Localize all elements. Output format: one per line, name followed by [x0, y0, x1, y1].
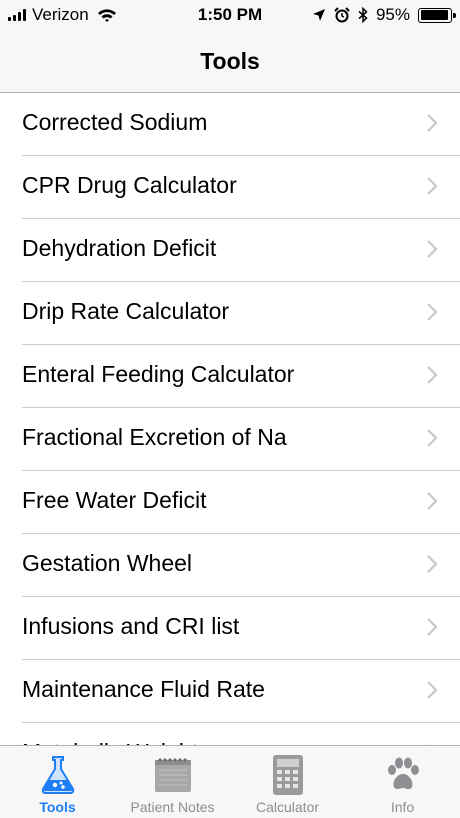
calculator-icon	[272, 755, 303, 795]
flask-icon	[41, 756, 74, 794]
chevron-right-icon	[427, 429, 438, 447]
chevron-right-icon	[427, 366, 438, 384]
battery-percent: 95%	[375, 5, 410, 24]
list-item[interactable]: Gestation Wheel	[0, 534, 460, 597]
chevron-right-icon	[427, 303, 438, 321]
list-item[interactable]: Fractional Excretion of Na	[0, 408, 460, 471]
chevron-right-icon	[427, 177, 438, 195]
list-item[interactable]: Metabolic Weight	[0, 723, 460, 745]
tab-calculator-label: Calculator	[255, 799, 320, 815]
alarm-clock-icon	[334, 7, 350, 23]
chevron-right-icon	[427, 555, 438, 573]
list-item[interactable]: Infusions and CRI list	[0, 597, 460, 660]
chevron-right-icon	[427, 618, 438, 636]
list-item[interactable]: Free Water Deficit	[0, 471, 460, 534]
tab-calculator[interactable]: Calculator	[230, 746, 345, 818]
list-item-label: Corrected Sodium	[22, 109, 208, 135]
tab-bar: Tools Patient Notes Calculator Info	[0, 745, 460, 818]
tab-patient-notes-label: Patient Notes	[130, 799, 215, 815]
list-item-label: Infusions and CRI list	[22, 613, 240, 639]
list-item-label: CPR Drug Calculator	[22, 172, 237, 198]
list-item-label: Maintenance Fluid Rate	[22, 676, 265, 702]
status-bar: Verizon 1:50 PM 95%	[0, 0, 460, 32]
list-item-label: Fractional Excretion of Na	[22, 424, 287, 450]
chevron-right-icon	[427, 681, 438, 699]
list-item[interactable]: Drip Rate Calculator	[0, 282, 460, 345]
list-item-label: Enteral Feeding Calculator	[22, 361, 295, 387]
chevron-right-icon	[427, 240, 438, 258]
bluetooth-icon	[358, 7, 368, 23]
tools-list[interactable]: Corrected Sodium CPR Drug Calculator Dehyd…	[0, 93, 460, 745]
list-item-label: Dehydration Deficit	[22, 235, 217, 261]
list-item[interactable]: Corrected Sodium	[0, 93, 460, 156]
location-arrow-icon	[312, 9, 325, 21]
list-item[interactable]: CPR Drug Calculator	[0, 156, 460, 219]
page-title: Tools	[200, 48, 260, 74]
list-item[interactable]: Maintenance Fluid Rate	[0, 660, 460, 723]
notepad-icon	[154, 758, 191, 792]
list-item-label: Gestation Wheel	[22, 550, 193, 576]
tab-info-label: Info	[390, 799, 415, 815]
list-item[interactable]: Dehydration Deficit	[0, 219, 460, 282]
tab-tools[interactable]: Tools	[0, 746, 115, 818]
navigation-bar: Tools	[0, 32, 460, 93]
chevron-right-icon	[427, 114, 438, 132]
status-right: 95%	[312, 5, 456, 25]
chevron-right-icon	[427, 492, 438, 510]
battery-icon	[418, 7, 456, 23]
paw-print-icon	[387, 757, 419, 790]
tab-info[interactable]: Info	[345, 746, 460, 818]
tab-tools-label: Tools	[39, 799, 76, 815]
list-item-label: Drip Rate Calculator	[22, 298, 230, 324]
tab-patient-notes[interactable]: Patient Notes	[115, 746, 230, 818]
list-item-label: Free Water Deficit	[22, 487, 207, 513]
list-item[interactable]: Enteral Feeding Calculator	[0, 345, 460, 408]
